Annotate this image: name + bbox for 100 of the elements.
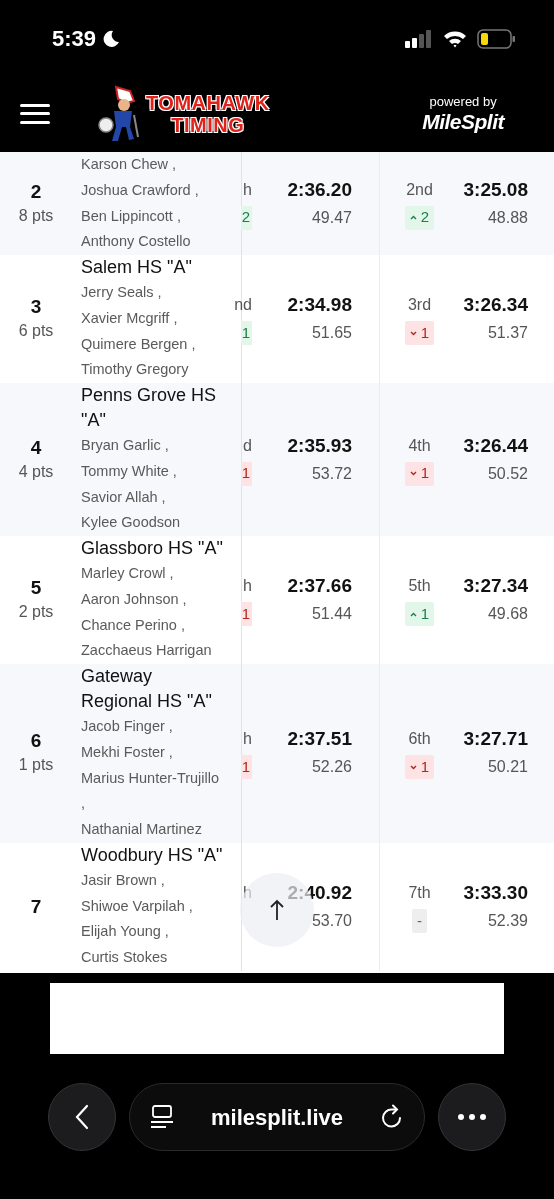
caret-down-icon	[409, 764, 417, 770]
split-time: 2:34.98	[287, 293, 352, 317]
runner-name: Jacob Finger ,	[81, 717, 174, 736]
lap-time: 52.26	[311, 757, 352, 778]
lap-time: 50.21	[487, 757, 528, 778]
runner-name: Ben Lippincott ,	[81, 206, 182, 226]
rank-change-badge: 1	[240, 602, 252, 626]
runner-name: Aaron Johnson ,	[81, 589, 188, 609]
url-text: milesplit.live	[210, 1103, 344, 1132]
address-bar[interactable]: milesplit.live	[129, 1083, 425, 1151]
split-place: 2nd	[406, 179, 433, 200]
split-place: h	[243, 179, 252, 200]
split-place: h	[243, 882, 252, 903]
runner-name: Joshua Crawford ,	[81, 180, 200, 200]
runner-name: Marius Hunter-Trujillo ,	[81, 768, 221, 814]
rank-change-badge: 1	[240, 321, 252, 345]
lap-time: 50.52	[487, 463, 528, 484]
rank-change: 1	[420, 322, 430, 343]
arrow-up-icon	[270, 899, 284, 921]
runner-name: Kylee Goodson	[81, 513, 182, 533]
team-points: 4 pts	[18, 461, 54, 482]
runner-name: Mekhi Foster ,	[81, 742, 174, 762]
team-name: Salem HS "A"	[81, 256, 193, 279]
split-time: 3:26.44	[463, 433, 528, 458]
split-place: d	[243, 435, 252, 456]
place-number: 3	[30, 295, 42, 319]
split-place: 4th	[408, 435, 431, 456]
split-place: h	[243, 576, 252, 596]
runner-name: Bryan Garlic ,	[81, 436, 170, 455]
runner-name: Quimere Bergen ,	[81, 334, 197, 354]
split-time: 3:27.71	[463, 727, 528, 752]
rank-change-badge: 1	[240, 461, 252, 486]
split-time: 2:40.92	[287, 880, 352, 905]
rank-change-badge: 2	[240, 205, 252, 230]
team-points: 2 pts	[18, 602, 54, 622]
split-place: h	[243, 729, 252, 750]
split-time: 2:37.51	[287, 727, 352, 752]
runner-name: Karson Chew ,	[81, 155, 178, 174]
split-time: 3:25.08	[463, 177, 528, 202]
place-number: 4	[30, 435, 42, 460]
team-name: Gateway Regional HS "A"	[81, 665, 213, 713]
split-time: 2:35.93	[287, 433, 352, 458]
runner-name: Shiwoe Varpilah ,	[81, 896, 194, 916]
rank-change: 1	[420, 463, 430, 484]
lap-time: 51.44	[311, 604, 352, 624]
menu-button[interactable]	[20, 101, 50, 126]
runner-name: Nathanial Martinez	[81, 820, 203, 839]
lap-time: 53.70	[311, 910, 352, 931]
split-time: 3:33.30	[463, 880, 528, 905]
lap-time: 52.39	[487, 910, 528, 931]
reload-icon[interactable]	[380, 1104, 404, 1130]
lap-time: 53.72	[311, 463, 352, 484]
lap-time: 49.68	[487, 604, 528, 624]
moon-icon	[102, 29, 121, 48]
team-name: Glassboro HS "A"	[81, 537, 224, 560]
team-name: Woodbury HS "A"	[81, 843, 224, 867]
rank-change: 2	[420, 207, 430, 228]
rank-change: 1	[420, 603, 430, 624]
more-icon	[457, 1113, 487, 1121]
place-number: 6	[30, 729, 42, 754]
signal-icon	[405, 29, 433, 48]
reader-icon	[150, 1104, 174, 1130]
lap-time: 51.65	[311, 323, 352, 343]
wifi-icon	[443, 29, 467, 48]
runner-name: Timothy Gregory	[81, 360, 190, 380]
lap-time: 49.47	[311, 207, 352, 228]
back-icon	[75, 1104, 89, 1130]
runner-name: Elijah Young ,	[81, 922, 170, 942]
split-time: 3:27.34	[463, 574, 528, 598]
powered-by-label: powered by	[429, 93, 497, 110]
split-place: nd	[234, 295, 252, 315]
team-points: 1 pts	[18, 755, 54, 776]
runner-name: Anthony Costello	[81, 232, 192, 252]
runner-name: Jerry Seals ,	[81, 283, 163, 302]
split-place: 6th	[408, 729, 431, 750]
split-time: 2:36.20	[287, 177, 352, 202]
split-place: 7th	[408, 882, 431, 903]
brand-logo[interactable]: TOMAHAWK TIMING	[96, 84, 270, 143]
caret-up-icon	[409, 215, 417, 220]
runner-name: Tommy White ,	[81, 461, 178, 481]
partner-logo[interactable]: MileSplit	[422, 109, 504, 134]
team-name: Penns Grove HS "A"	[81, 384, 218, 432]
runner-name: Marley Crowl ,	[81, 564, 175, 583]
team-points: 6 pts	[18, 321, 54, 341]
runner-name: Zacchaeus Harrigan	[81, 641, 213, 661]
split-place: 3rd	[407, 295, 432, 315]
split-time: 2:37.66	[287, 574, 352, 598]
place-number: 7	[30, 894, 42, 919]
battery-icon	[477, 28, 516, 49]
runner-name: Curtis Stokes	[81, 948, 169, 967]
caret-down-icon	[409, 330, 417, 336]
runner-name: Xavier Mcgriff ,	[81, 308, 179, 328]
rank-change-badge: 1	[240, 755, 252, 780]
lap-time: 48.88	[487, 207, 528, 228]
split-place: 5th	[408, 576, 431, 596]
rank-change: -	[417, 910, 422, 931]
caret-up-icon	[409, 611, 417, 617]
clock-time: 5:39	[52, 25, 97, 53]
team-points: 8 pts	[18, 205, 54, 226]
runner-name: Jasir Brown ,	[81, 870, 166, 890]
